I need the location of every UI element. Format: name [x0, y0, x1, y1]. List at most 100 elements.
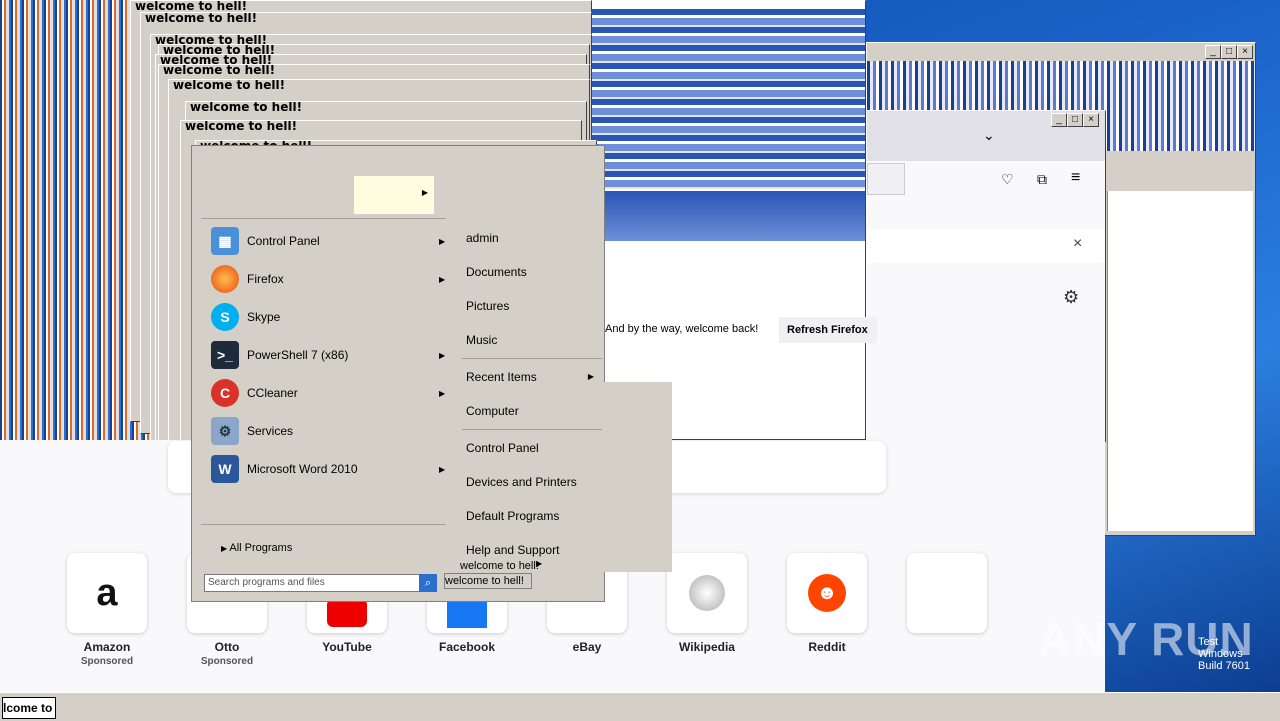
- start-right-default-programs[interactable]: Default Programs: [466, 504, 596, 528]
- separator: [462, 429, 602, 430]
- url-bar[interactable]: [867, 163, 905, 195]
- extensions-icon[interactable]: ⧉: [1037, 171, 1047, 188]
- start-right-control-panel[interactable]: Control Panel: [466, 436, 596, 460]
- right-item-label: admin: [466, 231, 499, 245]
- search-placeholder: Search programs and files: [208, 577, 325, 588]
- control-panel-icon: ▦: [211, 227, 239, 255]
- windows-build-info: Test Windows Build 7601: [1198, 636, 1250, 672]
- pinned-highlight[interactable]: ▶: [354, 176, 434, 214]
- submenu-arrow-icon: ▶: [439, 236, 446, 246]
- submenu-arrow-icon: ▶: [439, 464, 446, 474]
- os-line: Windows: [1198, 648, 1243, 660]
- program-word[interactable]: W Microsoft Word 2010 ▶: [211, 453, 451, 485]
- notice-bar: [867, 229, 1105, 263]
- start-right-recent-items[interactable]: Recent Items ▶: [466, 365, 596, 389]
- close-button[interactable]: ×: [1237, 45, 1253, 59]
- tab-list-chevron-icon[interactable]: ⌄: [983, 127, 995, 144]
- menu-icon[interactable]: ≡: [1071, 169, 1080, 187]
- facebook-icon: [447, 598, 487, 628]
- program-label: Microsoft Word 2010: [247, 462, 358, 476]
- start-menu-ghost-panel: [604, 382, 672, 572]
- os-line: Build 7601: [1198, 660, 1250, 672]
- program-label: PowerShell 7 (x86): [247, 348, 349, 362]
- all-programs-label: All Programs: [229, 542, 293, 554]
- glitch-window-center[interactable]: And by the way, welcome back! Refresh Fi…: [560, 0, 877, 440]
- reddit-icon: ☻: [808, 574, 846, 612]
- amazon-icon: a: [96, 571, 118, 614]
- right-item-label: Default Programs: [466, 509, 560, 523]
- start-right-music[interactable]: Music: [466, 328, 596, 352]
- program-powershell[interactable]: >_ PowerShell 7 (x86) ▶: [211, 339, 451, 371]
- start-menu[interactable]: ▶ ▦ Control Panel ▶ Firefox ▶ S Skype >_…: [191, 145, 605, 602]
- right-item-label: Control Panel: [466, 441, 539, 455]
- powershell-icon: >_: [211, 341, 239, 369]
- program-skype[interactable]: S Skype: [211, 301, 451, 333]
- shutdown-button-duplicate[interactable]: welcome to hell!: [444, 573, 532, 589]
- glitch-window-title: welcome to hell!: [173, 79, 286, 92]
- separator: [201, 524, 446, 525]
- glitch-window-title: welcome to hell!: [190, 101, 303, 114]
- glitch-stripes: [591, 9, 865, 189]
- search-field[interactable]: Search programs and files: [204, 574, 421, 592]
- program-label: Services: [247, 424, 294, 438]
- shutdown-label: welcome to hell!: [460, 560, 539, 572]
- notice-text: And by the way, welcome back!: [605, 323, 759, 335]
- firefox-close-button[interactable]: ×: [1083, 113, 1099, 127]
- program-label: Skype: [247, 310, 281, 324]
- submenu-arrow-icon: ▶: [439, 388, 446, 398]
- shortcut-label: YouTube: [322, 640, 372, 654]
- shutdown-options-arrow-icon[interactable]: ▶: [536, 559, 542, 568]
- right-item-label: Recent Items: [466, 370, 537, 384]
- shortcut-amazon[interactable]: a: [67, 553, 147, 633]
- program-services[interactable]: ⚙ Services: [211, 415, 451, 447]
- refresh-firefox-button[interactable]: Refresh Firefox: [779, 317, 877, 343]
- program-firefox[interactable]: Firefox ▶: [211, 263, 451, 295]
- word-icon: W: [211, 455, 239, 483]
- ccleaner-icon: C: [211, 379, 239, 407]
- shortcut-label: eBay: [572, 640, 602, 654]
- shortcut-label: Otto: [214, 640, 240, 654]
- shutdown-label: welcome to hell!: [445, 575, 524, 587]
- start-right-pictures[interactable]: Pictures: [466, 294, 596, 318]
- youtube-icon: [327, 599, 367, 627]
- start-right-documents[interactable]: Documents: [466, 260, 596, 284]
- firefox-window[interactable]: ⌄ _ □ × ♡ ⧉ ≡ × ⚙: [866, 110, 1106, 442]
- shortcut-label: Wikipedia: [679, 640, 735, 654]
- shortcut-empty[interactable]: [907, 553, 987, 633]
- shortcut-wikipedia[interactable]: [667, 553, 747, 633]
- start-right-admin[interactable]: admin: [466, 226, 596, 250]
- wikipedia-icon: [689, 575, 725, 611]
- program-control-panel[interactable]: ▦ Control Panel ▶: [211, 225, 451, 257]
- shortcut-label: Reddit: [808, 640, 846, 654]
- skype-icon: S: [211, 303, 239, 331]
- maximize-button[interactable]: □: [1221, 45, 1237, 59]
- shortcut-label: Amazon: [83, 640, 131, 654]
- right-item-label: Pictures: [466, 299, 510, 313]
- glitch-panel: [1107, 191, 1253, 531]
- services-icon: ⚙: [211, 417, 239, 445]
- submenu-arrow-icon: ▶: [439, 274, 446, 284]
- program-ccleaner[interactable]: C CCleaner ▶: [211, 377, 451, 409]
- program-label: CCleaner: [247, 386, 298, 400]
- shutdown-button[interactable]: welcome to hell!: [460, 559, 544, 573]
- taskbar: [0, 692, 1280, 721]
- pocket-icon[interactable]: ♡: [1001, 171, 1014, 188]
- start-right-computer[interactable]: Computer: [466, 399, 596, 423]
- glitch-window-title: welcome to hell!: [163, 64, 276, 77]
- shortcut-sponsored: Sponsored: [80, 656, 134, 667]
- notice-close-icon[interactable]: ×: [1073, 235, 1082, 253]
- settings-gear-icon[interactable]: ⚙: [1063, 287, 1079, 308]
- all-programs-link[interactable]: ▶ All Programs: [221, 542, 292, 554]
- shortcut-reddit[interactable]: ☻: [787, 553, 867, 633]
- search-icon[interactable]: ⌕: [419, 574, 437, 592]
- firefox-minimize-button[interactable]: _: [1051, 113, 1067, 127]
- submenu-arrow-icon: ▶: [439, 350, 446, 360]
- glitch-window-title: welcome to hell!: [145, 12, 258, 25]
- firefox-maximize-button[interactable]: □: [1067, 113, 1083, 127]
- separator: [201, 218, 446, 219]
- taskbar-window-button[interactable]: lcome to: [2, 697, 56, 719]
- start-right-devices-printers[interactable]: Devices and Printers: [466, 470, 596, 494]
- glitch-bar: [591, 191, 865, 241]
- separator: [462, 358, 602, 359]
- minimize-button[interactable]: _: [1205, 45, 1221, 59]
